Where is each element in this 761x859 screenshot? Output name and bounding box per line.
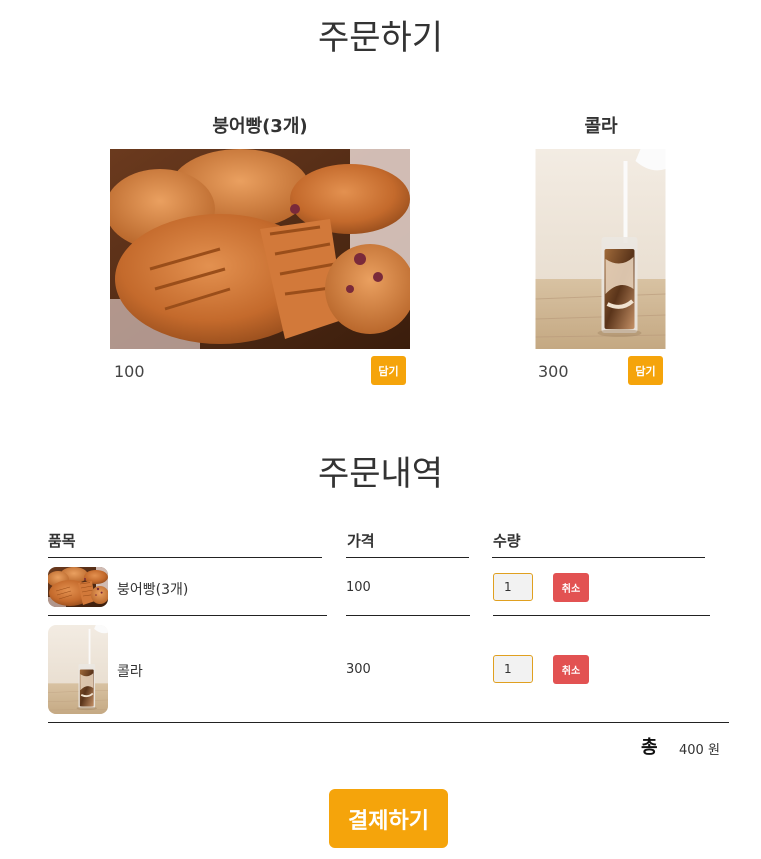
- row-thumbnail-bungeoppang: [48, 567, 108, 607]
- product-name: 콜라: [584, 116, 618, 137]
- add-to-cart-button[interactable]: 담기: [371, 356, 406, 385]
- order-section-title: 주문내역: [317, 454, 444, 494]
- product-card-cola: 콜라 300 담기: [534, 112, 668, 387]
- total-label: 총: [641, 737, 658, 758]
- cancel-button[interactable]: 취소: [553, 573, 589, 602]
- row-divider: [346, 615, 470, 616]
- row-price: 300: [346, 662, 371, 677]
- product-card-bungeoppang: 붕어빵(3개) 100 담기: [110, 112, 410, 387]
- pay-button[interactable]: 결제하기: [329, 789, 448, 848]
- product-image-bungeoppang: [110, 149, 410, 349]
- quantity-input[interactable]: [493, 655, 533, 683]
- row-item-name: 붕어빵(3개): [117, 582, 189, 598]
- add-to-cart-button[interactable]: 담기: [628, 356, 663, 385]
- row-price: 100: [346, 580, 371, 595]
- row-divider: [493, 615, 710, 616]
- table-bottom-divider: [48, 722, 729, 723]
- row-divider: [48, 615, 327, 616]
- product-image-cola: [534, 149, 667, 349]
- quantity-input[interactable]: [493, 573, 533, 601]
- total-value: 400 원: [679, 743, 720, 758]
- product-price: 100: [114, 362, 145, 381]
- page-title: 주문하기: [317, 18, 444, 58]
- column-header-price: 가격: [347, 532, 375, 550]
- header-divider: [492, 557, 705, 558]
- row-item-name: 콜라: [117, 664, 143, 680]
- row-thumbnail-cola: [48, 625, 108, 714]
- column-header-item: 품목: [48, 532, 76, 550]
- product-price: 300: [538, 362, 569, 381]
- header-divider: [48, 557, 322, 558]
- cancel-button[interactable]: 취소: [553, 655, 589, 684]
- column-header-quantity: 수량: [493, 532, 521, 550]
- header-divider: [346, 557, 469, 558]
- product-name: 붕어빵(3개): [212, 116, 308, 137]
